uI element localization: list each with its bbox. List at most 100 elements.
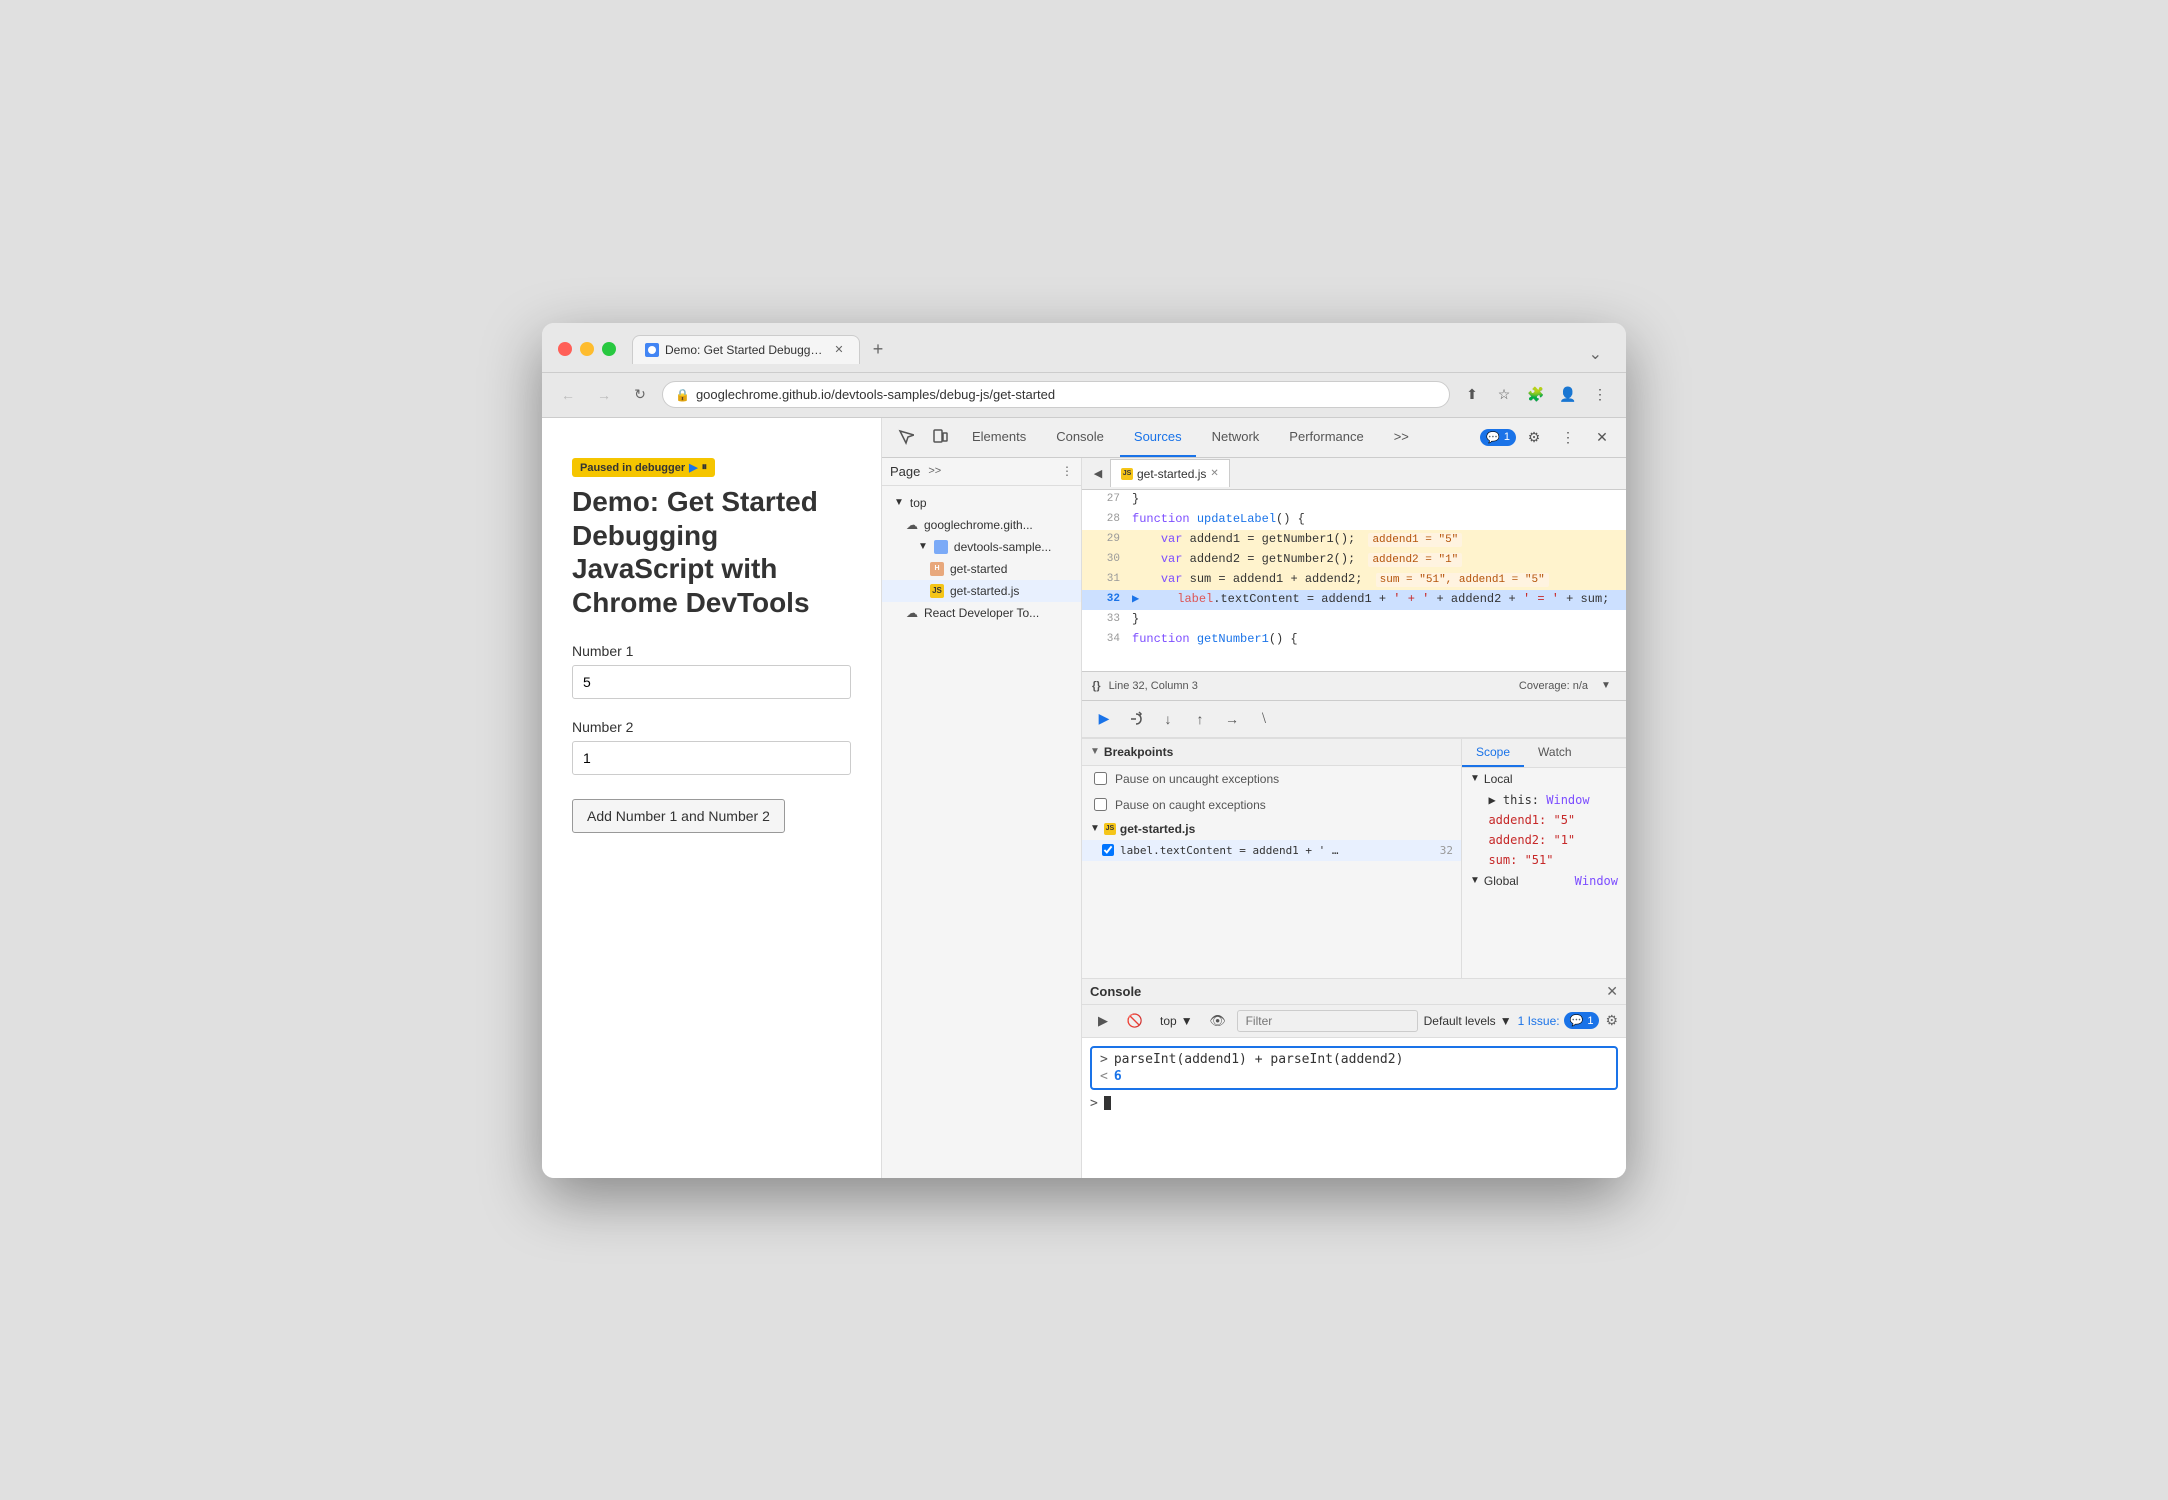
cloud-icon: ☁	[906, 606, 918, 620]
local-scope-header[interactable]: ▼ Local	[1462, 768, 1626, 790]
resume-button[interactable]: ▶	[1090, 705, 1118, 733]
sidebar-more-label[interactable]: >>	[928, 465, 941, 477]
bookmark-button[interactable]: ☆	[1490, 381, 1518, 409]
console-eye-button[interactable]: 👁	[1205, 1008, 1231, 1034]
bp-item-checkbox[interactable]	[1102, 844, 1114, 856]
new-tab-button[interactable]: +	[864, 336, 892, 364]
editor-status: {} Line 32, Column 3 Coverage: n/a ▼	[1082, 671, 1626, 701]
console-result-line: < 6	[1100, 1069, 1608, 1084]
add-button[interactable]: Add Number 1 and Number 2	[572, 799, 785, 833]
global-toggle-icon: ▼	[1470, 875, 1480, 886]
step-button[interactable]: →	[1218, 705, 1246, 733]
console-settings-button[interactable]: ⚙	[1605, 1012, 1618, 1029]
more-tools-button[interactable]: ⋮	[1552, 421, 1584, 453]
console-close-button[interactable]: ✕	[1606, 983, 1618, 1000]
file-tree-item-label: top	[910, 496, 927, 510]
bp-file-header[interactable]: ▼ JS get-started.js	[1082, 818, 1461, 840]
console-context-select[interactable]: top ▼	[1154, 1011, 1199, 1031]
play-icon: ▶	[689, 461, 697, 474]
profile-button[interactable]: 👤	[1554, 381, 1582, 409]
tab-network[interactable]: Network	[1198, 418, 1274, 458]
top-triangle-icon: ▼	[894, 497, 904, 508]
console-levels[interactable]: Default levels ▼	[1424, 1014, 1512, 1028]
code-line-30: 30 var addend2 = getNumber2(); addend2 =…	[1082, 550, 1626, 570]
global-scope-header[interactable]: ▼ Global Window	[1462, 870, 1626, 892]
file-tree-item-get-started-html[interactable]: H get-started	[882, 558, 1081, 580]
settings-button[interactable]: ⚙	[1518, 421, 1550, 453]
back-button[interactable]: ←	[554, 381, 582, 409]
file-tree-item-devtools-samples[interactable]: ▼ devtools-sample...	[882, 536, 1081, 558]
editor-tab-close-button[interactable]: ✕	[1210, 468, 1218, 479]
file-tree-item-googlechrome[interactable]: ☁ googlechrome.gith...	[882, 514, 1081, 536]
coverage-text: Coverage: n/a	[1519, 680, 1588, 692]
console-execute-button[interactable]: ▶	[1090, 1008, 1116, 1034]
code-line-33: 33 }	[1082, 610, 1626, 630]
bp-item-32: label.textContent = addend1 + ' … 32	[1082, 840, 1461, 861]
extensions-button[interactable]: 🧩	[1522, 381, 1550, 409]
coverage-collapse-button[interactable]: ▼	[1596, 676, 1616, 696]
pause-uncaught-checkbox[interactable]	[1094, 772, 1107, 785]
tab-performance[interactable]: Performance	[1275, 418, 1377, 458]
inspect-element-button[interactable]	[890, 421, 922, 453]
tab-overflow-button[interactable]: ⌄	[1589, 344, 1610, 364]
file-tree-item-label: React Developer To...	[924, 606, 1039, 620]
number2-input[interactable]	[572, 741, 851, 775]
editor-nav-prev-button[interactable]: ◀	[1086, 461, 1110, 485]
close-window-button[interactable]	[558, 342, 572, 356]
console-filter-input[interactable]	[1237, 1010, 1418, 1032]
scope-tabs: Scope Watch	[1462, 739, 1626, 768]
address-bar: ← → ↻ 🔒 googlechrome.github.io/devtools-…	[542, 373, 1626, 418]
paused-banner: Paused in debugger ▶ ⏸	[572, 458, 715, 477]
step-over-button[interactable]	[1122, 705, 1150, 733]
forward-button[interactable]: →	[590, 381, 618, 409]
issues-count-badge[interactable]: 1 Issue: 💬 1	[1518, 1012, 1600, 1029]
breakpoints-header[interactable]: ▼ Breakpoints	[1082, 739, 1461, 766]
minimize-window-button[interactable]	[580, 342, 594, 356]
breakpoints-title: Breakpoints	[1104, 745, 1173, 759]
refresh-button[interactable]: ↻	[626, 381, 654, 409]
code-editor[interactable]: 27 } 28 function updateLabel() { 29	[1082, 490, 1626, 671]
status-braces-icon: {}	[1092, 680, 1101, 692]
file-tree-item-top[interactable]: ▼ top	[882, 492, 1081, 514]
page-tab-label[interactable]: Page	[890, 464, 920, 479]
console-cursor-line[interactable]: >	[1090, 1094, 1618, 1113]
global-scope-label: Global	[1484, 874, 1519, 888]
console-context-label: top	[1160, 1014, 1177, 1028]
scope-tab-watch[interactable]: Watch	[1524, 739, 1586, 767]
console-highlighted-block: > parseInt(addend1) + parseInt(addend2) …	[1090, 1046, 1618, 1090]
url-bar[interactable]: 🔒 googlechrome.github.io/devtools-sample…	[662, 381, 1450, 408]
tab-more[interactable]: >>	[1380, 418, 1423, 458]
bp-file-toggle-icon: ▼	[1090, 823, 1100, 834]
tab-elements[interactable]: Elements	[958, 418, 1040, 458]
number2-label: Number 2	[572, 719, 851, 735]
tab-console[interactable]: Console	[1042, 418, 1118, 458]
tab-sources[interactable]: Sources	[1120, 418, 1196, 458]
step-into-button[interactable]: ↓	[1154, 705, 1182, 733]
browser-tab[interactable]: Demo: Get Started Debugging ✕	[632, 335, 860, 364]
devtools-toolbar: Elements Console Sources Network Perform…	[882, 418, 1626, 458]
file-tree-item-label: googlechrome.gith...	[924, 518, 1033, 532]
deactivate-breakpoints-button[interactable]: ⧵	[1250, 705, 1278, 733]
code-line-34: 34 function getNumber1() {	[1082, 630, 1626, 650]
issues-badge-icon: 💬	[1486, 431, 1500, 444]
step-out-button[interactable]: ↑	[1186, 705, 1214, 733]
tab-close-button[interactable]: ✕	[831, 342, 847, 358]
url-text: googlechrome.github.io/devtools-samples/…	[696, 387, 1437, 402]
scope-tab-scope[interactable]: Scope	[1462, 739, 1524, 767]
close-devtools-button[interactable]: ✕	[1586, 421, 1618, 453]
global-scope-val: Window	[1575, 874, 1618, 888]
console-cursor-prompt: >	[1090, 1096, 1098, 1111]
editor-tab-get-started-js[interactable]: JS get-started.js ✕	[1110, 459, 1230, 487]
share-button[interactable]: ⬆	[1458, 381, 1486, 409]
menu-button[interactable]: ⋮	[1586, 381, 1614, 409]
maximize-window-button[interactable]	[602, 342, 616, 356]
file-tree-item-get-started-js[interactable]: JS get-started.js	[882, 580, 1081, 602]
devtools-panel: Elements Console Sources Network Perform…	[882, 418, 1626, 1178]
sidebar-options-button[interactable]: ⋮	[1061, 464, 1073, 478]
pause-caught-checkbox[interactable]	[1094, 798, 1107, 811]
file-tree-item-react[interactable]: ☁ React Developer To...	[882, 602, 1081, 624]
number1-input[interactable]	[572, 665, 851, 699]
console-clear-button[interactable]: 🚫	[1122, 1008, 1148, 1034]
device-mode-button[interactable]	[924, 421, 956, 453]
window-controls	[558, 342, 616, 356]
